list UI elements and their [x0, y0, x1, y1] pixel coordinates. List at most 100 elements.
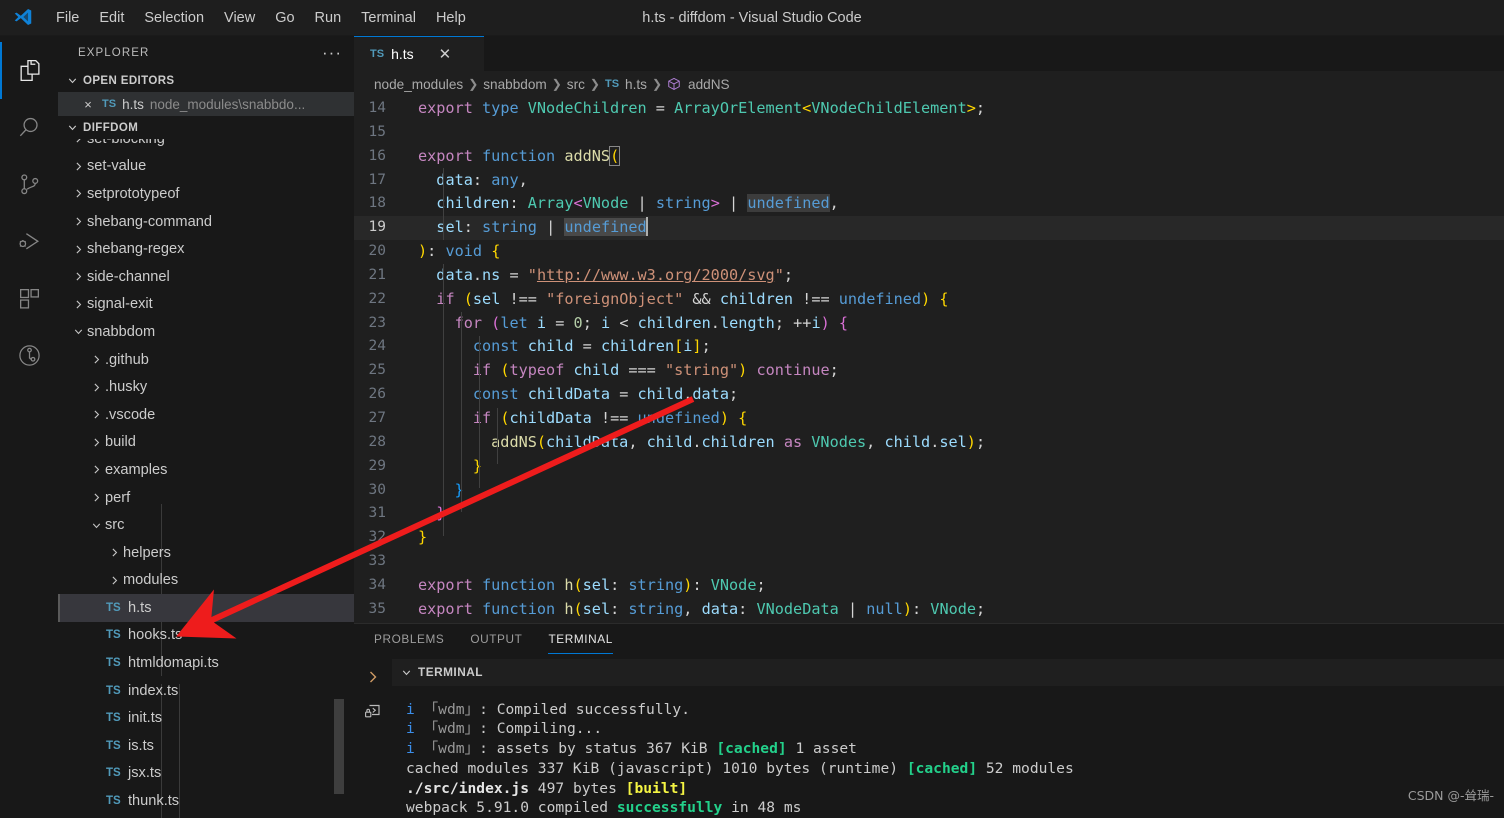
code-line[interactable]: 35 export function h(sel: string, data: V…: [354, 598, 1504, 622]
source-control-icon[interactable]: [0, 156, 58, 213]
tree-item-snabbdom[interactable]: snabbdom: [58, 318, 354, 346]
code-line[interactable]: 32}: [354, 526, 1504, 550]
code-line[interactable]: 17 data: any,: [354, 169, 1504, 193]
tree-item-examples[interactable]: examples: [58, 456, 354, 484]
code-line[interactable]: 26 const childData = child.data;: [354, 383, 1504, 407]
tree-item-hooks-ts[interactable]: TS hooks.ts: [58, 622, 354, 650]
tree-item-vscode[interactable]: .vscode: [58, 401, 354, 429]
section-open-editors[interactable]: OPEN EDITORS: [58, 69, 354, 92]
tree-item-side-channel[interactable]: side-channel: [58, 263, 354, 291]
breadcrumb-item-h-ts[interactable]: h.ts: [625, 77, 647, 92]
code-line[interactable]: 15: [354, 121, 1504, 145]
terminal-output[interactable]: i 「wdm」: Compiled successfully. i 「wdm」: …: [392, 686, 1504, 818]
chevron-right-icon[interactable]: [88, 436, 105, 449]
code-line[interactable]: 33: [354, 550, 1504, 574]
chevron-down-icon[interactable]: [88, 519, 105, 532]
code-line[interactable]: 21 data.ns = "http://www.w3.org/2000/svg…: [354, 264, 1504, 288]
tree-item-src[interactable]: src: [58, 511, 354, 539]
chevron-right-icon[interactable]: [88, 353, 105, 366]
menu-go[interactable]: Go: [265, 6, 304, 30]
breadcrumb-item-node-modules[interactable]: node_modules: [374, 77, 463, 92]
chevron-right-icon[interactable]: [106, 546, 123, 559]
code-line[interactable]: 23 for (let i = 0; i < children.length; …: [354, 312, 1504, 336]
chevron-right-icon[interactable]: [359, 663, 387, 691]
tree-item-jsx-ts[interactable]: TS jsx.ts: [58, 760, 354, 788]
menu-selection[interactable]: Selection: [134, 6, 214, 30]
code-line[interactable]: 34 export function h(sel: string): VNode;: [354, 574, 1504, 598]
open-editor-item-h-ts[interactable]: × TS h.ts node_modules\snabbdo...: [58, 92, 354, 116]
breadcrumb-item-src[interactable]: src: [567, 77, 585, 92]
code-line[interactable]: 18 children: Array<VNode | string> | und…: [354, 192, 1504, 216]
code-line[interactable]: 20): void {: [354, 240, 1504, 264]
chevron-right-icon[interactable]: [88, 463, 105, 476]
tree-item-thunk-ts[interactable]: TS thunk.ts: [58, 787, 354, 815]
chevron-right-icon[interactable]: [70, 160, 87, 173]
tree-item-setprototypeof[interactable]: setprototypeof: [58, 180, 354, 208]
tree-item-set-value[interactable]: set-value: [58, 153, 354, 181]
tab-terminal[interactable]: TERMINAL: [548, 632, 614, 655]
tab-h-ts[interactable]: TS h.ts ✕: [354, 36, 484, 71]
menu-terminal[interactable]: Terminal: [351, 6, 426, 30]
run-and-debug-icon[interactable]: [0, 213, 58, 270]
menu-help[interactable]: Help: [426, 6, 476, 30]
code-line[interactable]: 22 if (sel !== "foreignObject" && childr…: [354, 288, 1504, 312]
tree-item-helpers[interactable]: helpers: [58, 539, 354, 567]
chevron-right-icon[interactable]: [88, 491, 105, 504]
close-icon[interactable]: ×: [80, 97, 96, 112]
tree-item-h-ts[interactable]: TS h.ts: [58, 594, 354, 622]
tree-item-modules[interactable]: modules: [58, 567, 354, 595]
chevron-right-icon[interactable]: [70, 215, 87, 228]
code-line[interactable]: 31 }: [354, 502, 1504, 526]
tab-problems[interactable]: PROBLEMS: [374, 632, 444, 650]
terminal-lock-icon[interactable]: [359, 697, 387, 725]
code-line[interactable]: 27 if (childData !== undefined) {: [354, 407, 1504, 431]
chevron-down-icon[interactable]: [70, 325, 87, 338]
menu-file[interactable]: File: [46, 6, 89, 30]
tab-output[interactable]: OUTPUT: [470, 632, 522, 650]
code-line[interactable]: 14 export type VNodeChildren = ArrayOrEle…: [354, 97, 1504, 121]
chevron-right-icon[interactable]: [70, 270, 87, 283]
code-line[interactable]: 30 }: [354, 479, 1504, 503]
breadcrumb-item-addNS[interactable]: addNS: [688, 77, 730, 92]
code-editor[interactable]: 14 export type VNodeChildren = ArrayOrEle…: [354, 97, 1504, 623]
testing-icon[interactable]: [0, 327, 58, 384]
search-icon[interactable]: [0, 99, 58, 156]
chevron-right-icon[interactable]: [70, 243, 87, 256]
chevron-right-icon[interactable]: [106, 574, 123, 587]
sidebar-scrollbar[interactable]: [334, 699, 344, 794]
tree-item-is-ts[interactable]: TS is.ts: [58, 732, 354, 760]
tree-item-shebang-regex[interactable]: shebang-regex: [58, 235, 354, 263]
tree-item-github[interactable]: .github: [58, 346, 354, 374]
chevron-down-icon[interactable]: [398, 664, 414, 680]
tree-item-init-ts[interactable]: TS init.ts: [58, 704, 354, 732]
chevron-right-icon[interactable]: [70, 187, 87, 200]
chevron-right-icon[interactable]: [88, 381, 105, 394]
breadcrumb-item-snabbdom[interactable]: snabbdom: [483, 77, 546, 92]
tree-item-perf[interactable]: perf: [58, 484, 354, 512]
code-line[interactable]: 16 export function addNS(: [354, 145, 1504, 169]
code-line[interactable]: 28 addNS(childData, child.children as VN…: [354, 431, 1504, 455]
tree-item-husky[interactable]: .husky: [58, 373, 354, 401]
tree-item-index-ts[interactable]: TS index.ts: [58, 677, 354, 705]
tree-item-build[interactable]: build: [58, 429, 354, 457]
tree-item-set-blocking[interactable]: set-blocking: [58, 139, 354, 153]
close-icon[interactable]: ✕: [439, 47, 452, 62]
tree-item-htmldomapi-ts[interactable]: TS htmldomapi.ts: [58, 649, 354, 677]
code-line[interactable]: 29 }: [354, 455, 1504, 479]
code-line[interactable]: 25 if (typeof child === "string") contin…: [354, 359, 1504, 383]
menu-run[interactable]: Run: [305, 6, 352, 30]
menu-edit[interactable]: Edit: [89, 6, 134, 30]
menu-view[interactable]: View: [214, 6, 265, 30]
tree-item-shebang-command[interactable]: shebang-command: [58, 208, 354, 236]
extensions-icon[interactable]: [0, 270, 58, 327]
code-line[interactable]: 19 sel: string | undefined: [354, 216, 1504, 241]
chevron-right-icon[interactable]: [88, 408, 105, 421]
chevron-right-icon[interactable]: [70, 139, 87, 145]
section-workspace-diffdom[interactable]: DIFFDOM: [58, 116, 354, 139]
sidebar-more-actions-icon[interactable]: ···: [322, 44, 342, 61]
code-line[interactable]: 24 const child = children[i];: [354, 335, 1504, 359]
tree-item-label: thunk.ts: [128, 793, 180, 810]
tree-item-signal-exit[interactable]: signal-exit: [58, 291, 354, 319]
explorer-icon[interactable]: [0, 42, 58, 99]
chevron-right-icon[interactable]: [70, 298, 87, 311]
